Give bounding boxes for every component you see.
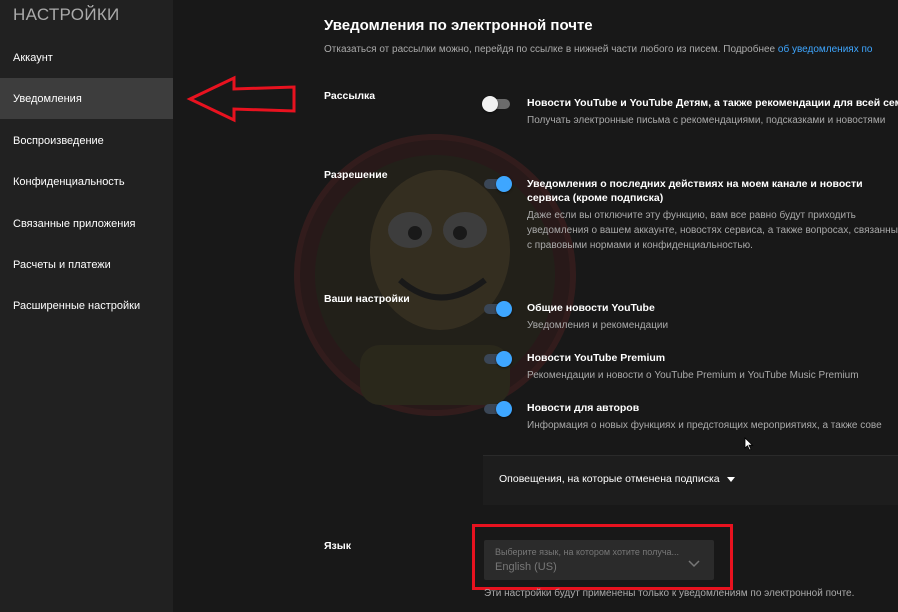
option-desc-youtube-kids-news: Получать электронные письма с рекомендац… xyxy=(527,115,886,126)
unsubscribed-notifications-expander[interactable]: Оповещения, на которые отменена подписка xyxy=(483,455,898,505)
toggle-knob xyxy=(496,301,512,317)
sidebar-item-notifications[interactable]: Уведомления xyxy=(0,78,173,119)
toggle-knob xyxy=(496,401,512,417)
subtitle-text: Отказаться от рассылки можно, перейдя по… xyxy=(324,44,778,55)
sidebar-title: НАСТРОЙКИ xyxy=(13,5,120,24)
sidebar-item-privacy[interactable]: Конфиденциальность xyxy=(0,161,173,202)
page-subtitle: Отказаться от рассылки можно, перейдя по… xyxy=(324,44,872,55)
annotation-highlight-box xyxy=(472,524,733,590)
toggle-premium-news[interactable] xyxy=(482,351,512,367)
section-label-language: Язык xyxy=(324,540,351,552)
option-title-youtube-kids-news: Новости YouTube и YouTube Детям, а также… xyxy=(527,97,898,109)
notifications-help-link[interactable]: об уведомлениях по xyxy=(778,44,873,55)
toggle-channel-activity[interactable] xyxy=(482,176,512,192)
toggle-knob xyxy=(496,176,512,192)
option-desc-channel-activity: Даже если вы отключите эту функцию, вам … xyxy=(527,210,898,251)
sidebar-item-advanced[interactable]: Расширенные настройки xyxy=(0,285,173,326)
mouse-cursor-icon xyxy=(744,437,754,451)
sidebar-item-connected-apps[interactable]: Связанные приложения xyxy=(0,203,173,244)
option-title-channel-activity: Уведомления о последних действиях на мое… xyxy=(527,178,863,204)
section-label-permission: Разрешение xyxy=(324,169,388,181)
toggle-general-news[interactable] xyxy=(482,301,512,317)
language-footer-note: Эти настройки будут применены только к у… xyxy=(484,588,855,599)
page-title: Уведомления по электронной почте xyxy=(324,17,593,34)
settings-sidebar: НАСТРОЙКИ Аккаунт Уведомления Воспроизве… xyxy=(0,0,173,612)
toggle-knob xyxy=(482,96,498,112)
caret-down-icon xyxy=(727,477,735,482)
annotation-arrow-icon xyxy=(186,75,296,123)
section-label-your-settings: Ваши настройки xyxy=(324,293,410,305)
option-desc-premium-news: Рекомендации и новости о YouTube Premium… xyxy=(527,370,859,381)
option-title-general-news: Общие новости YouTube xyxy=(527,302,655,314)
sidebar-item-playback[interactable]: Воспроизведение xyxy=(0,120,173,161)
option-desc-general-news: Уведомления и рекомендации xyxy=(527,320,669,331)
section-label-mailing: Рассылка xyxy=(324,90,376,102)
sidebar-item-billing[interactable]: Расчеты и платежи xyxy=(0,244,173,285)
toggle-knob xyxy=(496,351,512,367)
sidebar-item-account[interactable]: Аккаунт xyxy=(0,37,173,78)
option-title-premium-news: Новости YouTube Premium xyxy=(527,352,666,364)
toggle-creator-news[interactable] xyxy=(482,401,512,417)
option-desc-creator-news: Информация о новых функциях и предстоящи… xyxy=(527,420,882,431)
unsubscribed-notifications-label: Оповещения, на которые отменена подписка xyxy=(499,473,720,485)
toggle-youtube-kids-news[interactable] xyxy=(482,96,512,112)
option-title-creator-news: Новости для авторов xyxy=(527,402,640,414)
